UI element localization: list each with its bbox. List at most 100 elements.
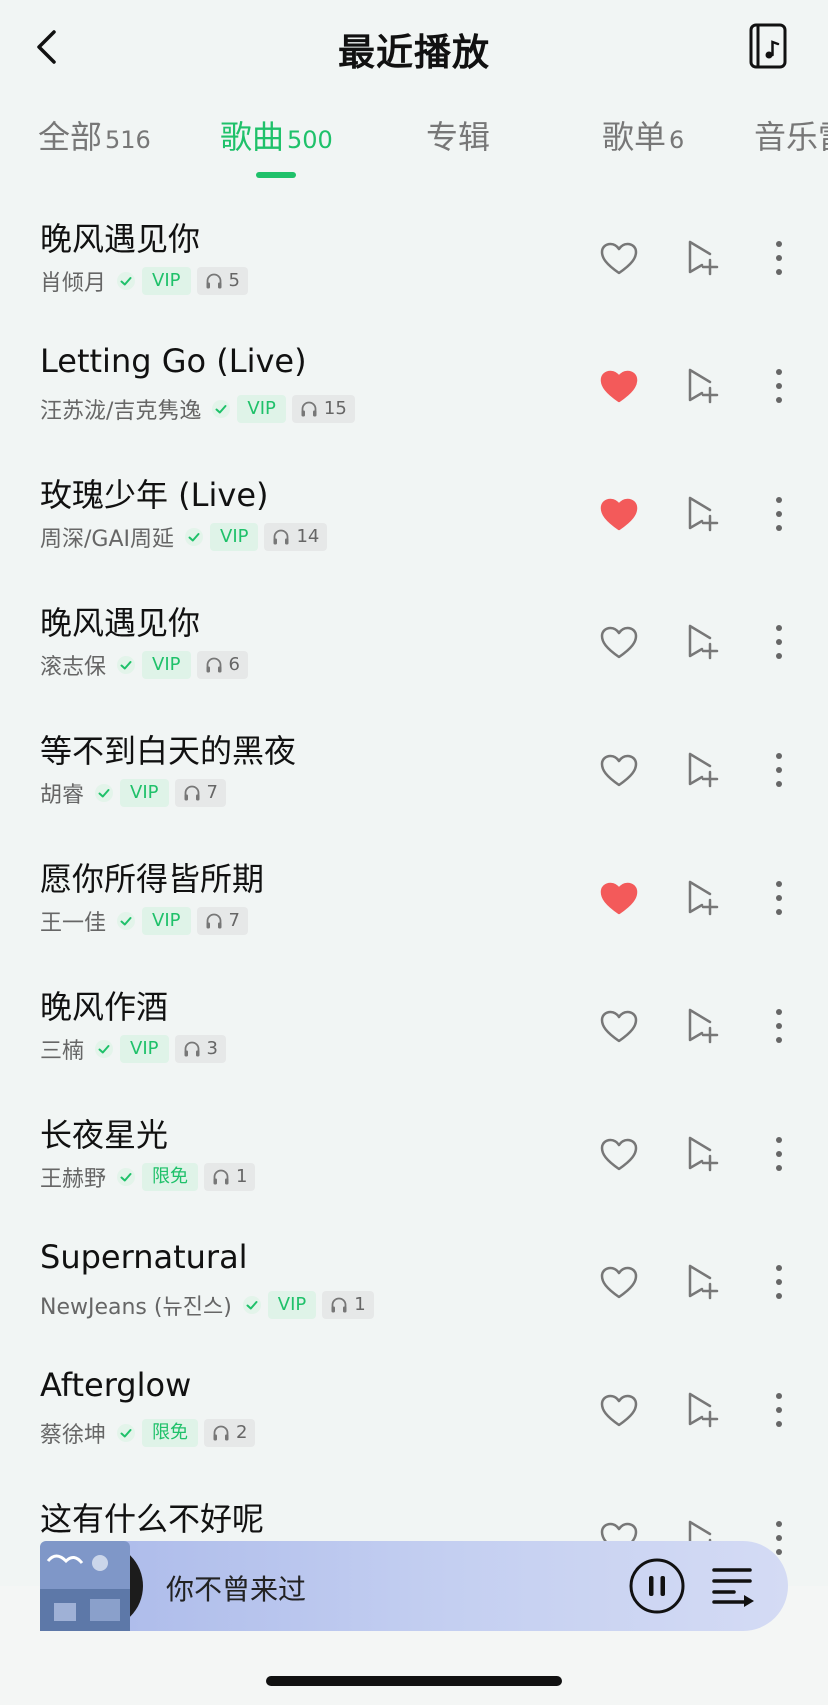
- song-title: 长夜星光: [40, 1116, 169, 1154]
- play-count-value: 1: [354, 1294, 366, 1315]
- quality-badge: VIP: [120, 779, 169, 807]
- play-count-value: 3: [206, 1038, 218, 1059]
- like-button[interactable]: [600, 1138, 638, 1172]
- headphones-icon: [184, 785, 199, 801]
- play-count-value: 15: [323, 398, 347, 419]
- more-options-button[interactable]: [770, 1262, 788, 1302]
- song-row[interactable]: 等不到白天的黑夜 胡睿 VIP 7: [0, 706, 828, 834]
- song-artist[interactable]: 三楠: [40, 1033, 84, 1065]
- add-to-playlist-icon: [688, 752, 719, 788]
- song-artist[interactable]: 肖倾月: [40, 265, 106, 297]
- song-meta: 周深/GAI周延 VIP 14: [40, 521, 328, 553]
- play-count: 14: [264, 523, 328, 551]
- add-to-playlist-icon: [688, 368, 719, 404]
- like-button[interactable]: [600, 1010, 638, 1044]
- more-options-button[interactable]: [770, 1134, 788, 1174]
- play-count: 15: [291, 395, 355, 423]
- more-options-button[interactable]: [770, 750, 788, 790]
- song-artist[interactable]: 王赫野: [40, 1161, 106, 1193]
- verified-check-icon: [117, 1424, 136, 1442]
- song-row[interactable]: 晚风作酒 三楠 VIP 3: [0, 962, 828, 1090]
- page-title: 最近播放: [338, 31, 490, 74]
- tab-label: 歌曲: [220, 118, 285, 156]
- tab-music-radar[interactable]: 音乐雷: [754, 112, 828, 158]
- play-count: 1: [204, 1163, 256, 1191]
- more-options-button[interactable]: [770, 366, 788, 406]
- like-button[interactable]: [600, 754, 638, 788]
- add-to-playlist-button[interactable]: [686, 1390, 720, 1430]
- like-button[interactable]: [600, 370, 638, 404]
- add-to-playlist-button[interactable]: [686, 1134, 720, 1174]
- song-meta: 肖倾月 VIP 5: [40, 266, 248, 296]
- song-row[interactable]: Letting Go (Live) 汪苏泷/吉克隽逸 VIP 15: [0, 322, 828, 450]
- like-button[interactable]: [600, 1394, 638, 1428]
- like-button[interactable]: [600, 626, 638, 660]
- more-vertical-icon: [776, 753, 782, 787]
- more-vertical-icon: [776, 497, 782, 531]
- tab-label: 音乐雷: [754, 118, 828, 156]
- song-meta: 汪苏泷/吉克隽逸 VIP 15: [40, 394, 355, 424]
- more-options-button[interactable]: [770, 494, 788, 534]
- add-to-playlist-icon: [688, 880, 719, 916]
- pause-button[interactable]: [628, 1557, 686, 1615]
- mini-player[interactable]: 你不曾来过: [40, 1541, 788, 1631]
- tab-albums[interactable]: 专辑: [426, 112, 490, 158]
- tab-playlists[interactable]: 歌单 6: [602, 112, 684, 158]
- song-artist[interactable]: NewJeans (뉴진스): [40, 1289, 232, 1321]
- song-row[interactable]: 长夜星光 王赫野 限免 1: [0, 1090, 828, 1218]
- add-to-playlist-button[interactable]: [686, 878, 720, 918]
- song-artist[interactable]: 蔡徐坤: [40, 1417, 106, 1449]
- more-options-button[interactable]: [770, 878, 788, 918]
- add-to-playlist-button[interactable]: [686, 494, 720, 534]
- like-button[interactable]: [600, 882, 638, 916]
- more-options-button[interactable]: [770, 1006, 788, 1046]
- song-artist[interactable]: 胡睿: [40, 777, 84, 809]
- like-button[interactable]: [600, 498, 638, 532]
- heart-icon: [600, 1010, 638, 1043]
- add-to-playlist-button[interactable]: [686, 366, 720, 406]
- song-row[interactable]: Afterglow 蔡徐坤 限免 2: [0, 1346, 828, 1474]
- add-to-playlist-button[interactable]: [686, 1006, 720, 1046]
- tab-all[interactable]: 全部 516: [38, 112, 151, 158]
- album-cover[interactable]: [40, 1541, 146, 1631]
- playlist-button[interactable]: [712, 1565, 756, 1607]
- song-title: 晚风遇见你: [40, 604, 201, 642]
- song-artist[interactable]: 王一佳: [40, 905, 106, 937]
- now-playing-title: 你不曾来过: [166, 1573, 307, 1606]
- song-list: 晚风遇见你 肖倾月 VIP 5 Letting Go (Live) 汪苏泷/吉克…: [0, 194, 828, 1602]
- song-artist[interactable]: 周深/GAI周延: [40, 521, 174, 553]
- song-title: Supernatural: [40, 1238, 248, 1276]
- more-vertical-icon: [776, 1265, 782, 1299]
- more-vertical-icon: [776, 241, 782, 275]
- quality-badge: VIP: [142, 651, 191, 679]
- add-to-playlist-button[interactable]: [686, 750, 720, 790]
- verified-check-icon: [242, 1296, 261, 1314]
- quality-badge: VIP: [237, 395, 286, 423]
- song-row[interactable]: 玫瑰少年 (Live) 周深/GAI周延 VIP 14: [0, 450, 828, 578]
- song-artist[interactable]: 滚志保: [40, 649, 106, 681]
- song-title: Letting Go (Live): [40, 342, 307, 380]
- more-options-button[interactable]: [770, 1390, 788, 1430]
- song-row[interactable]: 晚风遇见你 肖倾月 VIP 5: [0, 194, 828, 322]
- local-music-button[interactable]: [748, 22, 788, 70]
- song-row[interactable]: 愿你所得皆所期 王一佳 VIP 7: [0, 834, 828, 962]
- more-options-button[interactable]: [770, 238, 788, 278]
- song-artist[interactable]: 汪苏泷/吉克隽逸: [40, 393, 201, 425]
- add-to-playlist-button[interactable]: [686, 238, 720, 278]
- add-to-playlist-button[interactable]: [686, 622, 720, 662]
- song-title: 这有什么不好呢: [40, 1500, 265, 1538]
- song-meta: 蔡徐坤 限免 2: [40, 1417, 256, 1449]
- add-to-playlist-button[interactable]: [686, 1262, 720, 1302]
- tab-songs[interactable]: 歌曲 500: [220, 112, 333, 158]
- verified-check-icon: [117, 1168, 136, 1186]
- like-button[interactable]: [600, 1266, 638, 1300]
- home-indicator: [266, 1676, 562, 1686]
- verified-check-icon: [95, 784, 114, 802]
- like-button[interactable]: [600, 242, 638, 276]
- play-count-value: 6: [228, 654, 240, 675]
- song-row[interactable]: Supernatural NewJeans (뉴진스) VIP 1: [0, 1218, 828, 1346]
- song-row[interactable]: 晚风遇见你 滚志保 VIP 6: [0, 578, 828, 706]
- more-options-button[interactable]: [770, 622, 788, 662]
- play-count: 1: [322, 1291, 374, 1319]
- more-vertical-icon: [776, 1393, 782, 1427]
